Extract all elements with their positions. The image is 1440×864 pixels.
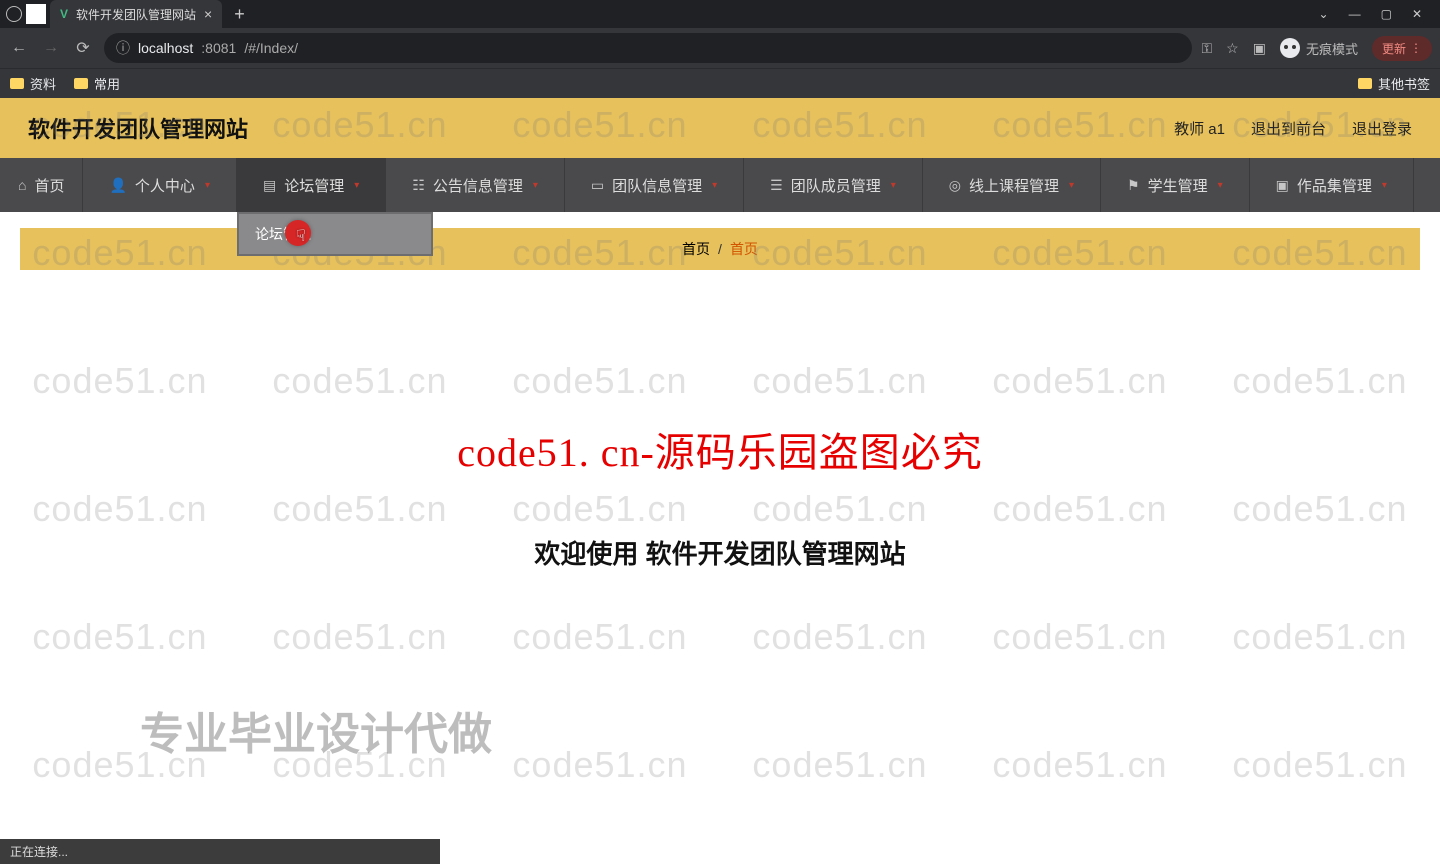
- reload-button[interactable]: ⟳: [72, 38, 94, 58]
- caret-icon: ▾: [1218, 180, 1223, 191]
- folder-icon: [1358, 78, 1372, 89]
- folder-icon: [74, 78, 88, 89]
- chevron-down-icon[interactable]: ⌄: [1319, 7, 1329, 21]
- browser-tab[interactable]: V 软件开发团队管理网站 ×: [50, 0, 222, 28]
- flag-icon: ⚑: [1127, 177, 1140, 194]
- watermark-warning-text: code51. cn-源码乐园盗图必究: [0, 420, 1440, 478]
- bookmark-star-icon[interactable]: ☆: [1226, 40, 1239, 57]
- caret-icon: ▾: [533, 180, 538, 191]
- back-button[interactable]: ←: [8, 39, 30, 57]
- forum-icon: ▤: [263, 177, 276, 194]
- new-tab-button[interactable]: +: [226, 4, 253, 25]
- nav-profile[interactable]: 👤 个人中心 ▾: [83, 158, 236, 212]
- exit-to-front-link[interactable]: 退出到前台: [1251, 118, 1326, 139]
- close-tab-icon[interactable]: ×: [204, 6, 212, 22]
- nav-portfolio[interactable]: ▣ 作品集管理 ▾: [1250, 158, 1414, 212]
- bookmark-folder[interactable]: 常用: [74, 74, 120, 93]
- logout-link[interactable]: 退出登录: [1352, 118, 1412, 139]
- extensions-icon[interactable]: ▣: [1253, 40, 1266, 57]
- more-menu-icon[interactable]: ⋮: [1410, 41, 1422, 55]
- incognito-indicator: 无痕模式: [1280, 38, 1358, 58]
- members-icon: ☰: [770, 177, 783, 194]
- main-navbar: ⌂ 首页 👤 个人中心 ▾ ▤ 论坛管理 ▾ 论坛管理 ☷ 公告信息管理 ▾ ▭…: [0, 158, 1440, 212]
- nav-forum[interactable]: ▤ 论坛管理 ▾ 论坛管理: [237, 158, 386, 212]
- forward-button[interactable]: →: [40, 39, 62, 57]
- forum-dropdown: 论坛管理: [237, 212, 433, 256]
- welcome-text: 欢迎使用 软件开发团队管理网站: [0, 534, 1440, 571]
- tab-title: 软件开发团队管理网站: [76, 6, 196, 23]
- address-bar[interactable]: ⓘ localhost :8081 /#/Index/: [104, 33, 1192, 63]
- nav-student[interactable]: ⚑ 学生管理 ▾: [1101, 158, 1250, 212]
- nav-announcement[interactable]: ☷ 公告信息管理 ▾: [386, 158, 565, 212]
- user-label[interactable]: 教师 a1: [1174, 118, 1225, 139]
- close-window-icon[interactable]: ✕: [1412, 7, 1422, 21]
- browser-status-bar: 正在连接...: [0, 839, 440, 864]
- vue-favicon-icon: V: [60, 7, 68, 21]
- hand-cursor-icon: ☟: [296, 226, 306, 246]
- url-host: localhost: [138, 40, 193, 56]
- crumb-sep: /: [718, 241, 722, 257]
- bookmarks-bar: 资料 常用 其他书签: [0, 68, 1440, 98]
- update-button[interactable]: 更新 ⋮: [1372, 36, 1432, 61]
- incognito-label: 无痕模式: [1306, 39, 1358, 58]
- nav-online-course[interactable]: ◎ 线上课程管理 ▾: [923, 158, 1101, 212]
- caret-icon: ▾: [205, 180, 210, 191]
- globe-icon: [6, 6, 22, 22]
- incognito-icon: [1280, 38, 1300, 58]
- nav-team-members[interactable]: ☰ 团队成员管理 ▾: [744, 158, 923, 212]
- other-bookmarks[interactable]: 其他书签: [1358, 74, 1430, 93]
- url-port: :8081: [201, 40, 236, 56]
- crumb-root[interactable]: 首页: [682, 239, 710, 259]
- minimize-icon[interactable]: —: [1349, 7, 1361, 21]
- caret-icon: ▾: [712, 180, 717, 191]
- doc-icon: ☷: [412, 177, 425, 194]
- folder-icon: [10, 78, 24, 89]
- key-icon[interactable]: ⚿: [1202, 40, 1213, 57]
- crumb-current: 首页: [730, 239, 758, 259]
- nav-home[interactable]: ⌂ 首页: [0, 158, 83, 212]
- app-icon: [26, 4, 46, 24]
- course-icon: ◎: [949, 177, 961, 194]
- person-icon: 👤: [109, 177, 126, 194]
- team-icon: ▭: [591, 177, 604, 194]
- app-title: 软件开发团队管理网站: [28, 112, 248, 144]
- caret-icon: ▾: [891, 180, 896, 191]
- works-icon: ▣: [1276, 177, 1289, 194]
- browser-toolbar: ← → ⟳ ⓘ localhost :8081 /#/Index/ ⚿ ☆ ▣ 无痕…: [0, 28, 1440, 68]
- maximize-icon[interactable]: ▢: [1381, 7, 1392, 21]
- app-banner: 软件开发团队管理网站 教师 a1 退出到前台 退出登录: [0, 98, 1440, 158]
- bookmark-folder[interactable]: 资料: [10, 74, 56, 93]
- caret-icon: ▾: [354, 180, 359, 191]
- dropdown-item-forum[interactable]: 论坛管理: [239, 214, 431, 254]
- url-path: /#/Index/: [244, 40, 298, 56]
- breadcrumb: 首页 / 首页: [20, 228, 1420, 270]
- tab-strip: V 软件开发团队管理网站 × + ⌄ — ▢ ✕: [0, 0, 1440, 28]
- nav-team-info[interactable]: ▭ 团队信息管理 ▾: [565, 158, 744, 212]
- caret-icon: ▾: [1382, 180, 1387, 191]
- caret-icon: ▾: [1069, 180, 1074, 191]
- home-icon: ⌂: [18, 177, 26, 193]
- footer-promo-text: 专业毕业设计代做: [140, 698, 492, 762]
- site-info-icon[interactable]: ⓘ: [116, 38, 130, 58]
